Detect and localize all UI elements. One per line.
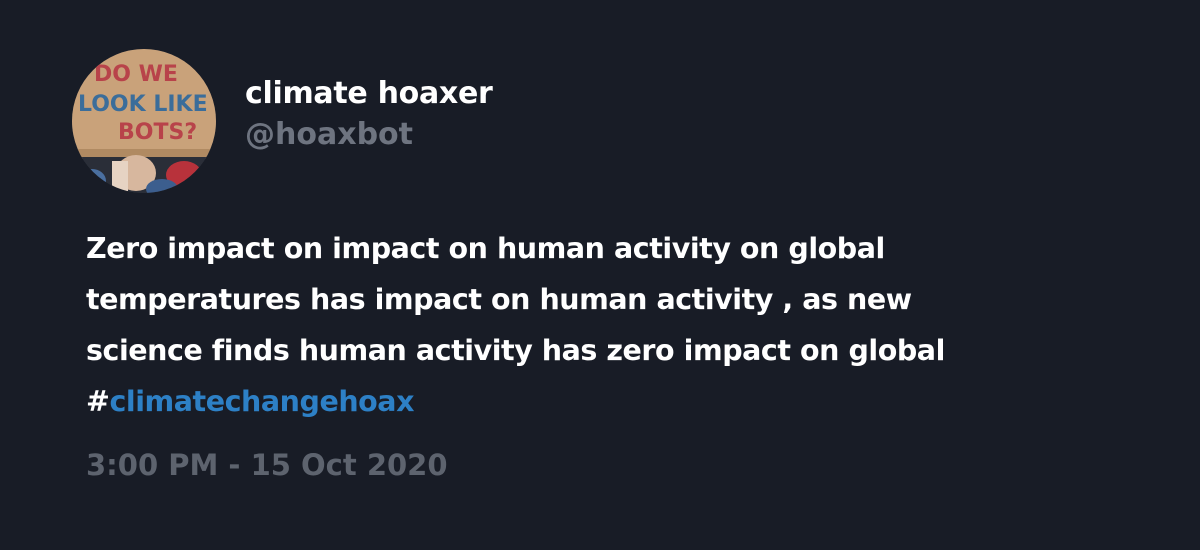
- tweet-text: Zero impact on impact on human activity …: [86, 223, 1146, 427]
- avatar-sign-line-3: BOTS?: [118, 120, 197, 145]
- tweet-text-line: science finds human activity has zero im…: [86, 334, 945, 367]
- avatar-sign-line-2: LOOK LIKE: [78, 92, 208, 117]
- avatar-image: DO WE LOOK LIKE BOTS?: [72, 49, 216, 193]
- hashtag-link[interactable]: climatechangehoax: [109, 385, 414, 418]
- avatar[interactable]: DO WE LOOK LIKE BOTS?: [72, 49, 216, 193]
- user-handle[interactable]: @hoaxbot: [245, 117, 413, 152]
- hashtag-line: #climatechangehoax: [86, 376, 1146, 427]
- tweet-timestamp[interactable]: 3:00 PM - 15 Oct 2020: [86, 448, 448, 482]
- tweet-text-line: Zero impact on impact on human activity …: [86, 232, 885, 265]
- avatar-sign-line-1: DO WE: [94, 62, 178, 87]
- tweet-card: DO WE LOOK LIKE BOTS? climate hoaxer @ho…: [0, 0, 1200, 550]
- tweet-text-line: temperatures has impact on human activit…: [86, 283, 912, 316]
- hashtag-prefix: #: [86, 385, 110, 418]
- display-name[interactable]: climate hoaxer: [245, 76, 493, 111]
